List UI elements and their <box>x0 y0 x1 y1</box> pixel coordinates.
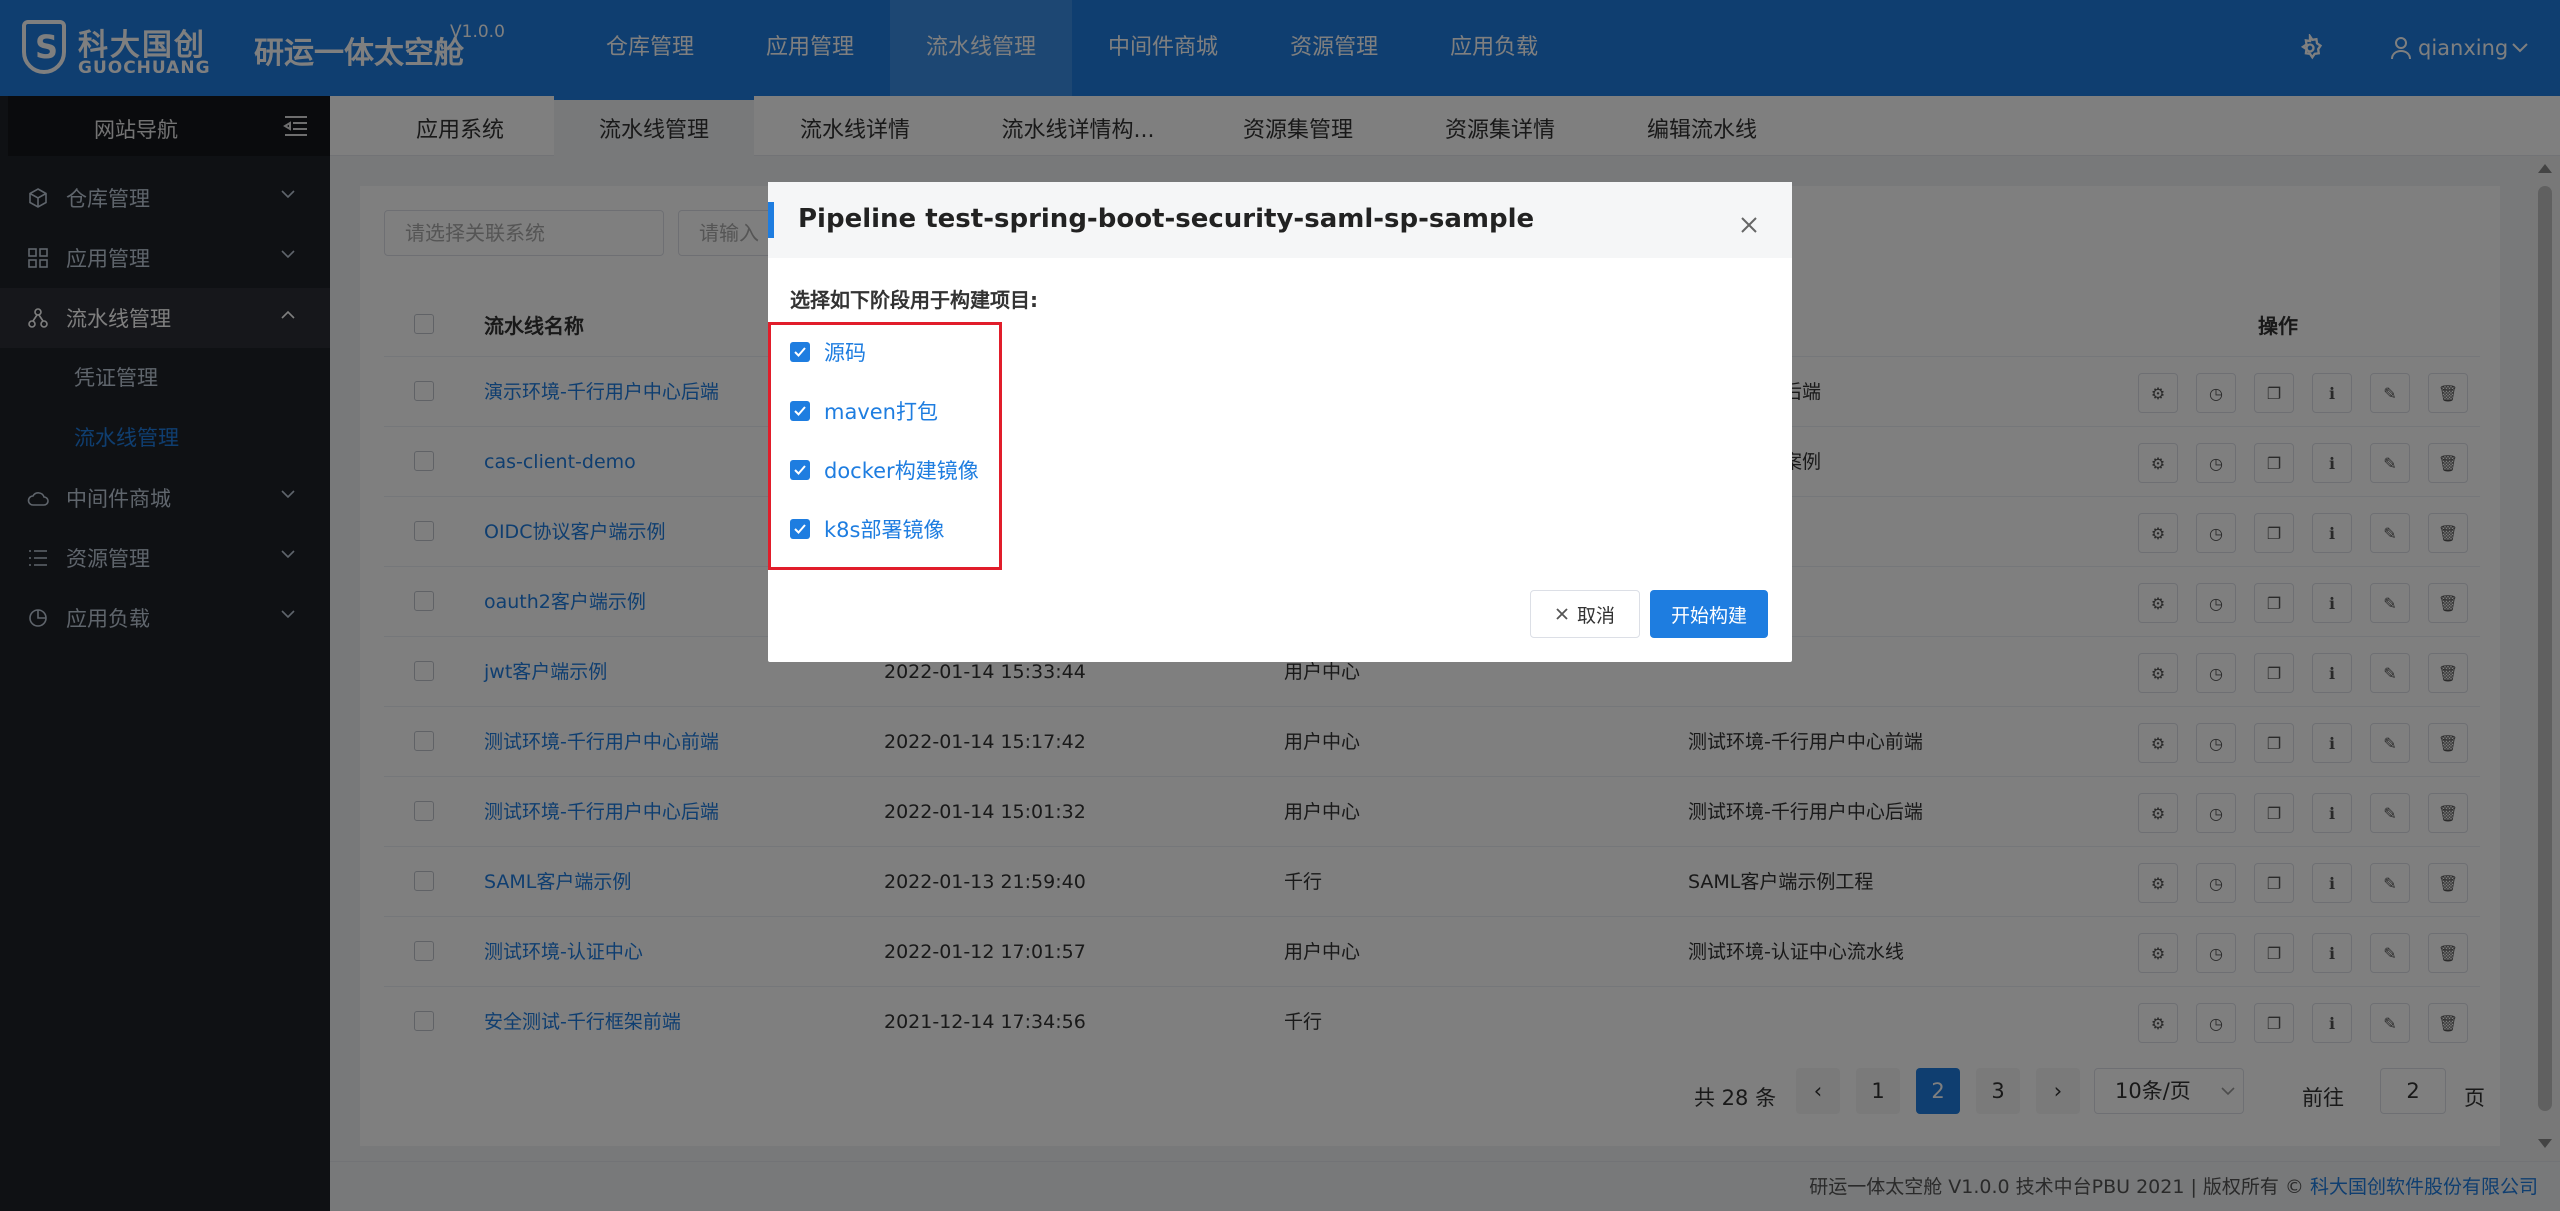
build-pipeline-dialog: Pipeline test-spring-boot-security-saml-… <box>768 182 1792 662</box>
checkbox-checked-icon[interactable] <box>790 342 810 362</box>
close-icon <box>1556 608 1568 620</box>
stage-option-k8s[interactable]: k8s部署镜像 <box>790 514 944 544</box>
stage-select-label: 选择如下阶段用于构建项目: <box>790 288 1038 312</box>
dialog-header: Pipeline test-spring-boot-security-saml-… <box>768 182 1792 258</box>
cancel-button[interactable]: 取消 <box>1530 590 1640 638</box>
stage-option-label: 源码 <box>824 341 866 365</box>
cancel-button-label: 取消 <box>1576 604 1615 627</box>
stage-option-label: maven打包 <box>824 400 938 424</box>
dialog-accent-bar <box>768 202 774 238</box>
stage-option-maven[interactable]: maven打包 <box>790 396 938 426</box>
checkbox-checked-icon[interactable] <box>790 460 810 480</box>
stage-option-label: docker构建镜像 <box>824 459 979 483</box>
stage-option-source[interactable]: 源码 <box>790 337 866 367</box>
close-icon[interactable] <box>1738 214 1760 236</box>
stage-option-label: k8s部署镜像 <box>824 518 945 542</box>
checkbox-checked-icon[interactable] <box>790 519 810 539</box>
start-build-button[interactable]: 开始构建 <box>1650 590 1768 638</box>
dialog-title: Pipeline test-spring-boot-security-saml-… <box>798 204 1535 234</box>
stage-option-docker[interactable]: docker构建镜像 <box>790 455 979 485</box>
checkbox-checked-icon[interactable] <box>790 401 810 421</box>
